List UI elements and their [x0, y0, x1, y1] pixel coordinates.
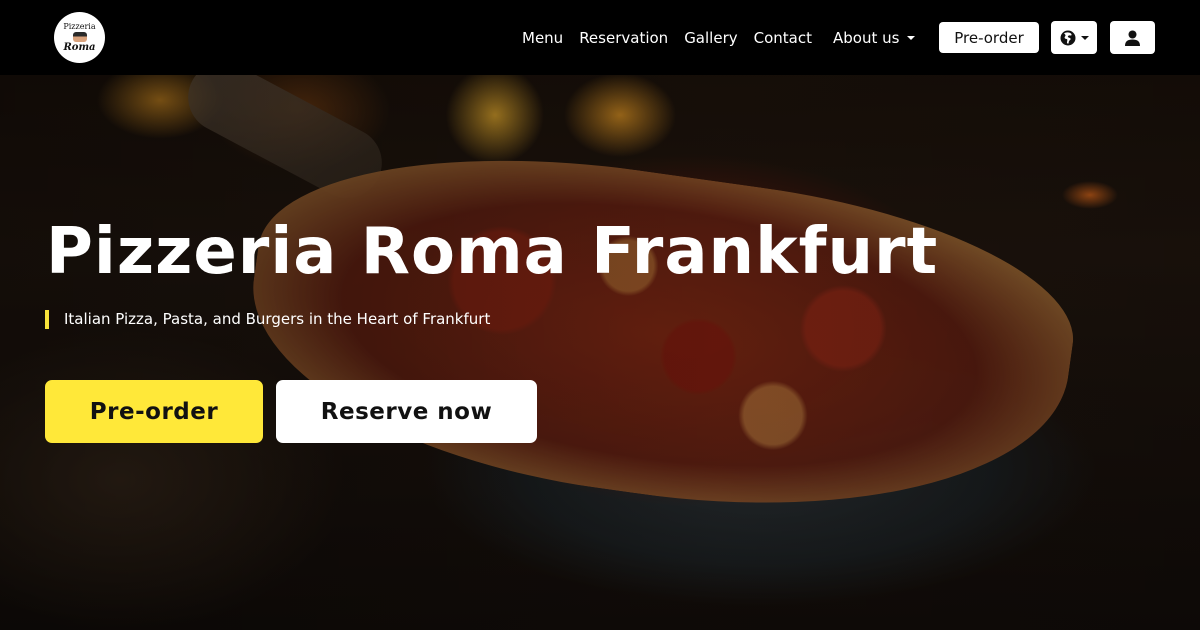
hero-title: Pizzeria Roma Frankfurt [46, 215, 939, 289]
hero-preorder-button[interactable]: Pre-order [45, 380, 263, 443]
logo-text-top: Pizzeria [63, 22, 96, 31]
chevron-down-icon [1080, 35, 1089, 40]
nav-link-menu[interactable]: Menu [514, 29, 571, 47]
top-navbar: Pizzeria Roma Menu Reservation Gallery C… [0, 0, 1200, 75]
nav-preorder-button[interactable]: Pre-order [939, 22, 1039, 53]
main-navigation: Menu Reservation Gallery Contact About u… [514, 0, 923, 75]
logo-chef-icon [72, 32, 87, 42]
nav-link-about-us: About us [832, 28, 900, 47]
globe-icon [1060, 30, 1075, 45]
user-account-button[interactable] [1110, 21, 1155, 54]
logo-text-bottom: Roma [63, 42, 96, 53]
hero-reserve-button[interactable]: Reserve now [276, 380, 537, 443]
nav-dropdown-about-us[interactable]: About us [825, 29, 923, 47]
nav-link-contact[interactable]: Contact [746, 29, 820, 47]
user-icon [1125, 30, 1140, 46]
nav-link-gallery[interactable]: Gallery [676, 29, 745, 47]
language-selector-button[interactable] [1051, 21, 1097, 54]
hero-subtitle: Italian Pizza, Pasta, and Burgers in the… [45, 310, 490, 329]
nav-link-reservation[interactable]: Reservation [571, 29, 676, 47]
pizzeria-logo[interactable]: Pizzeria Roma [54, 12, 105, 63]
chevron-down-icon [907, 36, 916, 40]
